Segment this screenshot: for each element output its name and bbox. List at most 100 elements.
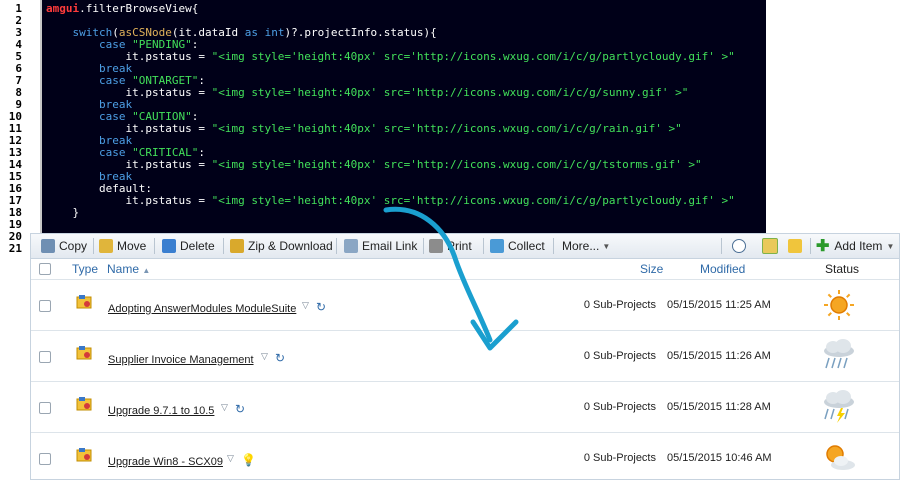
code-token: "<img style='height:40px' src='http://ic…	[211, 158, 702, 171]
project-name-link[interactable]: Adopting AnswerModules ModuleSuite	[108, 303, 296, 315]
status-column-header: Status	[825, 262, 860, 276]
code-token: amgui	[46, 2, 80, 15]
more-button[interactable]: More... ▼	[562, 237, 610, 255]
add-item-button[interactable]: ✚ Add Item ▼	[816, 237, 894, 255]
code-line: it.pstatus = "<img style='height:40px' s…	[46, 158, 702, 171]
refresh-icon	[732, 239, 746, 253]
move-button[interactable]: Move	[99, 237, 146, 255]
table-row[interactable]: Upgrade 9.7.1 to 10.5 ▽ ↻ 0 Sub-Projects 05/…	[31, 381, 899, 433]
table-row[interactable]: Adopting AnswerModules ModuleSuite ▽ ↻ 0 Su…	[31, 279, 899, 331]
toolbar-divider	[810, 238, 811, 254]
toolbar-divider	[336, 238, 337, 254]
row-checkbox[interactable]	[39, 300, 51, 312]
toolbar-divider	[93, 238, 94, 254]
size-cell: 0 Sub-Projects	[583, 401, 656, 413]
toolbar: Copy Move Delete Zip & Download Email Li…	[31, 234, 899, 259]
code-line: amgui.filterBrowseView{	[46, 3, 198, 15]
project-name-link[interactable]: Upgrade Win8 - SCX09	[108, 456, 223, 468]
toolbar-divider	[721, 238, 722, 254]
email-icon	[344, 239, 358, 253]
code-line: it.pstatus = "<img style='height:40px' s…	[46, 87, 688, 99]
tstorms-icon	[824, 390, 854, 423]
more-label: More...	[562, 239, 600, 253]
collect-button[interactable]: Collect	[490, 237, 545, 255]
code-editor[interactable]: 1 2 3 4 5 6 7 8 9 10 11 12 13 14 15 16 17 18 19 20 21 amgui.…	[0, 0, 766, 262]
email-link-button[interactable]: Email Link	[344, 237, 417, 255]
print-icon	[429, 239, 443, 253]
delete-button[interactable]: Delete	[162, 237, 215, 255]
code-token: "<img style='height:40px' src='http://ic…	[211, 50, 735, 63]
modified-cell: 05/15/2015 10:46 AM	[667, 452, 772, 464]
chevron-down-icon[interactable]: ▽	[221, 402, 228, 413]
lightbulb-icon[interactable]: 💡	[241, 453, 256, 467]
code-line: it.pstatus = "<img style='height:40px' s…	[46, 194, 735, 207]
delete-icon	[162, 239, 176, 253]
refresh-button[interactable]	[732, 237, 750, 255]
toolbar-divider	[483, 238, 484, 254]
move-label: Move	[117, 239, 147, 253]
size-cell: 0 Sub-Projects	[583, 299, 656, 311]
code-token: "<img style='height:40px' src='http://ic…	[211, 122, 682, 135]
project-icon	[76, 397, 92, 411]
toolbar-divider	[423, 238, 424, 254]
email-label: Email Link	[362, 239, 418, 253]
add-folder-icon	[788, 239, 802, 253]
add-item-label: Add Item	[834, 239, 883, 253]
move-icon	[99, 239, 113, 253]
collect-label: Collect	[508, 239, 545, 253]
code-token: )?.projectInfo.status){	[284, 26, 437, 39]
name-column-label: Name	[107, 262, 140, 276]
chevron-down-icon: ▼	[602, 241, 611, 251]
partlycloudy-icon	[826, 445, 855, 470]
copy-button[interactable]: Copy	[41, 237, 87, 255]
rain-icon	[824, 339, 854, 369]
toolbar-divider	[154, 238, 155, 254]
row-checkbox[interactable]	[39, 351, 51, 363]
refresh-icon[interactable]: ↻	[316, 300, 326, 314]
chevron-down-icon[interactable]: ▽	[227, 453, 234, 464]
browse-view-panel: Copy Move Delete Zip & Download Email Li…	[30, 233, 900, 480]
code-line: it.pstatus = "<img style='height:40px' s…	[46, 50, 735, 63]
table-row[interactable]: Supplier Invoice Management ▽ ↻ 0 Sub-Proje…	[31, 330, 899, 382]
chevron-down-icon[interactable]: ▽	[302, 300, 309, 311]
print-button[interactable]: Print	[429, 237, 472, 255]
line-number-gutter: 1 2 3 4 5 6 7 8 9 10 11 12 13 14 15 16 17 18 19 20 21	[0, 0, 42, 262]
line-number: 21	[8, 242, 22, 255]
chevron-down-icon: ▼	[886, 241, 895, 251]
project-icon	[76, 448, 92, 462]
copy-label: Copy	[59, 239, 88, 253]
code-token: as int	[244, 26, 285, 39]
zip-label: Zip & Download	[248, 239, 333, 253]
toolbar-divider	[553, 238, 554, 254]
code-token: .filterBrowseView{	[79, 2, 199, 15]
code-token: "<img style='height:40px' src='http://ic…	[211, 194, 735, 207]
table-row[interactable]: Upgrade Win8 - SCX09 ▽ 💡 0 Sub-Projects 05/1…	[31, 432, 899, 484]
column-header: Type Name ▲ Size Modified Status	[31, 259, 899, 279]
type-column-header[interactable]: Type	[72, 262, 98, 276]
select-all-checkbox[interactable]	[39, 263, 51, 275]
modified-column-header[interactable]: Modified	[700, 262, 745, 276]
row-checkbox[interactable]	[39, 453, 51, 465]
toolbar-divider	[223, 238, 224, 254]
modified-cell: 05/15/2015 11:25 AM	[667, 299, 771, 311]
add-folder-button[interactable]	[788, 237, 806, 255]
zip-download-button[interactable]: Zip & Download	[230, 237, 333, 255]
collect-icon	[490, 239, 504, 253]
chevron-down-icon[interactable]: ▽	[261, 351, 268, 362]
print-label: Print	[447, 239, 472, 253]
add-subproject-icon	[762, 238, 778, 254]
row-checkbox[interactable]	[39, 402, 51, 414]
refresh-icon[interactable]: ↻	[275, 351, 285, 365]
add-subproject-button[interactable]	[762, 237, 782, 255]
refresh-icon[interactable]: ↻	[235, 402, 245, 416]
code-line: }	[46, 207, 79, 219]
code-line: it.pstatus = "<img style='height:40px' s…	[46, 122, 682, 135]
code-token: "<img style='height:40px' src='http://ic…	[211, 86, 689, 99]
name-column-header[interactable]: Name ▲	[107, 262, 150, 276]
zip-icon	[230, 239, 244, 253]
project-name-link[interactable]: Upgrade 9.7.1 to 10.5	[108, 405, 214, 417]
size-column-header[interactable]: Size	[640, 262, 663, 276]
project-name-link[interactable]: Supplier Invoice Management	[108, 354, 254, 366]
sunny-icon	[824, 290, 854, 320]
code-token: }	[46, 206, 80, 219]
